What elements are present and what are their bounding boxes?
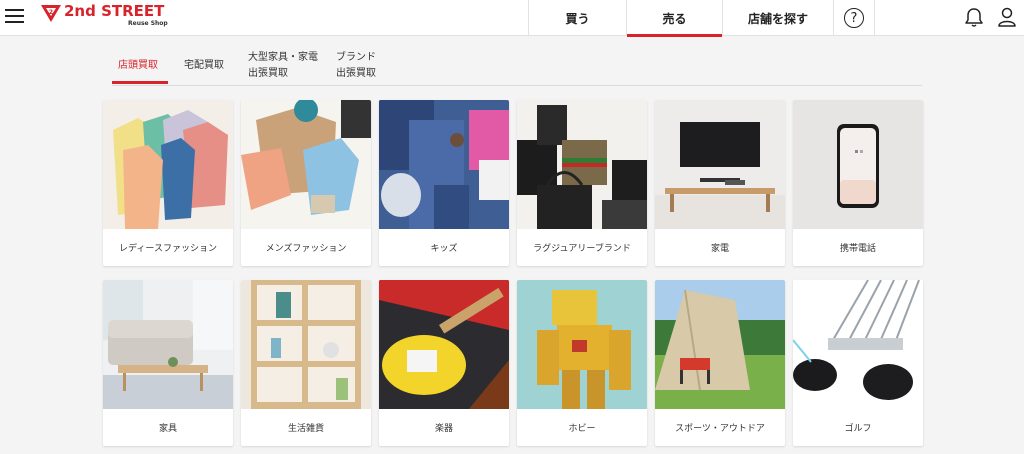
site-logo[interactable]: 2 2nd STREET Reuse Shop xyxy=(40,2,170,32)
mens-fashion-image xyxy=(241,100,371,229)
help-icon: ? xyxy=(844,8,864,28)
category-label: メンズファッション xyxy=(265,244,347,254)
tab-store-purchase[interactable]: 店頭買取 xyxy=(118,58,158,74)
category-card-golf[interactable]: ゴルフ xyxy=(793,280,923,446)
logo-subtitle: Reuse Shop xyxy=(128,20,168,27)
category-card-mens[interactable]: メンズファッション xyxy=(241,100,371,266)
nav-sell-label: 売る xyxy=(662,11,687,26)
category-label: 家電 xyxy=(710,244,729,254)
nav-store-search[interactable]: 店舗を探す xyxy=(722,0,833,36)
nav-store-label: 店舗を探す xyxy=(747,11,808,26)
logo-emblem-icon: 2 xyxy=(41,5,61,22)
category-card-furniture[interactable]: 家具 xyxy=(103,280,233,446)
category-label: 生活雑貨 xyxy=(287,424,324,434)
category-label: ホビー xyxy=(568,424,596,434)
mobile-phone-image xyxy=(793,100,923,229)
category-label: 携帯電話 xyxy=(839,244,876,254)
category-card-hobby[interactable]: ホビー xyxy=(517,280,647,446)
sports-outdoor-image xyxy=(655,280,785,409)
hobby-image xyxy=(517,280,647,409)
category-card-sports[interactable]: スポーツ・アウトドア xyxy=(655,280,785,446)
bell-icon[interactable] xyxy=(963,6,985,28)
category-card-instruments[interactable]: 楽器 xyxy=(379,280,509,446)
luxury-brand-image xyxy=(517,100,647,229)
menu-icon[interactable] xyxy=(5,7,25,25)
ladies-fashion-image xyxy=(103,100,233,229)
category-card-electronics[interactable]: 家電 xyxy=(655,100,785,266)
category-card-household[interactable]: 生活雑貨 xyxy=(241,280,371,446)
category-label: スポーツ・アウトドア xyxy=(675,424,765,434)
musical-instruments-image xyxy=(379,280,509,409)
category-card-mobile[interactable]: 携帯電話 xyxy=(793,100,923,266)
electronics-image xyxy=(655,100,785,229)
tab-delivery-purchase[interactable]: 宅配買取 xyxy=(184,58,224,74)
site-header: 2 2nd STREET Reuse Shop 買う 売る 店舗を探す ? xyxy=(0,0,1024,37)
tab-brand-label-line2: 出張買取 xyxy=(336,68,376,79)
tab-brand-purchase[interactable]: ブランド 出張買取 xyxy=(336,50,376,82)
category-card-luxury[interactable]: ラグジュアリーブランド xyxy=(517,100,647,266)
category-label: キッズ xyxy=(430,244,458,254)
tab-large-label-line1: 大型家具・家電 xyxy=(248,52,318,63)
category-label: 家具 xyxy=(158,424,177,434)
logo-text: 2nd STREET xyxy=(64,2,165,20)
category-label: 楽器 xyxy=(434,424,453,434)
tab-brand-label-line1: ブランド xyxy=(336,52,376,63)
purchase-method-tabs: 店頭買取 宅配買取 大型家具・家電 出張買取 ブランド 出張買取 xyxy=(112,36,922,86)
tab-delivery-label: 宅配買取 xyxy=(184,60,224,71)
tab-large-label-line2: 出張買取 xyxy=(248,68,288,79)
active-tab-indicator xyxy=(112,81,168,84)
category-label: ラグジュアリーブランド xyxy=(533,244,631,254)
tab-large-item-purchase[interactable]: 大型家具・家電 出張買取 xyxy=(248,50,318,82)
kids-image xyxy=(379,100,509,229)
nav-buy[interactable]: 買う xyxy=(528,0,626,36)
golf-image xyxy=(793,280,923,409)
svg-text:2: 2 xyxy=(49,9,53,16)
help-button[interactable]: ? xyxy=(833,0,875,36)
nav-sell[interactable]: 売る xyxy=(626,0,722,37)
furniture-image xyxy=(103,280,233,409)
nav-buy-label: 買う xyxy=(565,11,590,26)
category-label: ゴルフ xyxy=(844,424,872,434)
tab-store-label: 店頭買取 xyxy=(118,60,158,71)
category-card-kids[interactable]: キッズ xyxy=(379,100,509,266)
household-goods-image xyxy=(241,280,371,409)
category-label: レディースファッション xyxy=(119,244,217,254)
category-card-ladies[interactable]: レディースファッション xyxy=(103,100,233,266)
user-icon[interactable] xyxy=(996,6,1018,28)
